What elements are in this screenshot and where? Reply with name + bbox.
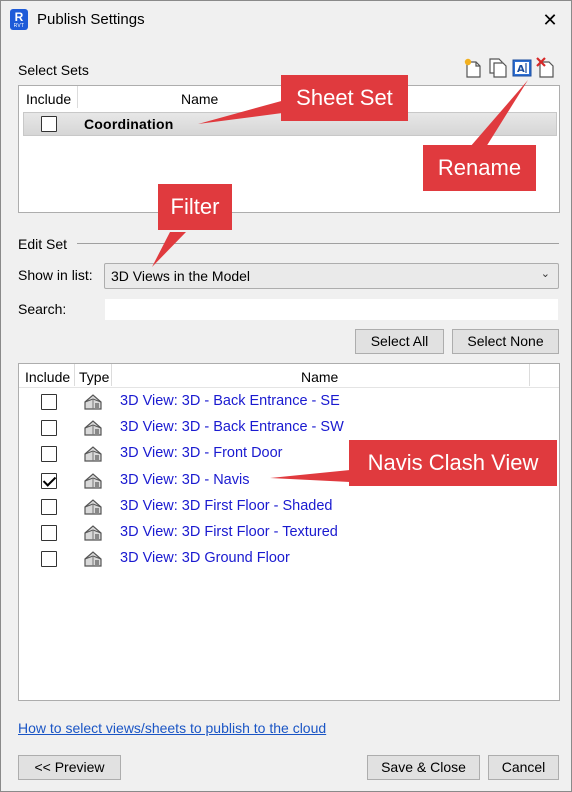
save-close-button[interactable]: Save & Close	[367, 755, 480, 780]
edit-set-divider	[77, 243, 559, 244]
3d-view-icon	[83, 549, 103, 569]
view-include-checkbox[interactable]	[41, 525, 57, 541]
views-col-name[interactable]: Name	[301, 369, 338, 385]
window-title: Publish Settings	[37, 11, 145, 28]
show-in-list-label: Show in list:	[18, 267, 93, 283]
view-row[interactable]: 3D View: 3D - Back Entrance - SW	[20, 415, 540, 441]
callout-filter: Filter	[158, 184, 232, 230]
view-row[interactable]: 3D View: 3D First Floor - Shaded	[20, 494, 540, 520]
3d-view-icon	[83, 392, 103, 412]
view-row[interactable]: 3D View: 3D Ground Floor	[20, 546, 540, 572]
revit-app-icon: R RVT	[10, 9, 28, 30]
select-all-button[interactable]: Select All	[355, 329, 444, 354]
app-icon-letter: R	[14, 10, 24, 24]
select-sets-label: Select Sets	[18, 62, 89, 78]
search-label: Search:	[18, 301, 67, 317]
views-col-include[interactable]: Include	[25, 369, 70, 385]
views-col-type[interactable]: Type	[79, 369, 109, 385]
select-none-button[interactable]: Select None	[452, 329, 559, 354]
view-include-checkbox[interactable]	[41, 498, 57, 515]
view-name[interactable]: 3D View: 3D Ground Floor	[120, 550, 290, 566]
view-row[interactable]: 3D View: 3D - Back Entrance - SE	[20, 389, 540, 415]
views-col-divider-2	[111, 364, 112, 386]
edit-set-label: Edit Set	[18, 236, 68, 252]
view-include-checkbox[interactable]	[41, 551, 57, 568]
set-name: Coordination	[84, 116, 174, 132]
show-in-list-dropdown[interactable]: 3D Views in the Model ⌄	[104, 263, 559, 289]
sets-col-divider	[77, 86, 78, 108]
chevron-down-icon: ⌄	[540, 268, 550, 280]
set-include-checkbox[interactable]	[41, 116, 57, 132]
view-name[interactable]: 3D View: 3D - Back Entrance - SE	[120, 393, 340, 409]
view-include-checkbox[interactable]	[41, 472, 57, 489]
app-icon-sub: RVT	[13, 23, 25, 29]
title-bar: R RVT Publish Settings ✕	[1, 1, 571, 39]
duplicate-set-icon[interactable]	[488, 57, 508, 79]
views-header-border	[19, 387, 559, 388]
svg-text:A: A	[517, 64, 525, 75]
view-include-checkbox[interactable]	[41, 446, 57, 463]
view-include-checkbox[interactable]	[41, 394, 57, 410]
show-in-list-value: 3D Views in the Model	[111, 268, 251, 284]
views-col-divider-3	[529, 364, 530, 386]
callout-rename: Rename	[423, 145, 536, 191]
new-set-icon[interactable]	[463, 57, 483, 79]
view-row[interactable]: 3D View: 3D First Floor - Textured	[20, 520, 540, 546]
3d-view-icon	[83, 418, 103, 438]
3d-view-icon	[83, 471, 103, 491]
view-include-checkbox[interactable]	[41, 420, 57, 437]
search-input[interactable]	[104, 298, 559, 321]
view-name[interactable]: 3D View: 3D - Navis	[120, 472, 249, 488]
views-col-divider-1	[74, 364, 75, 386]
view-name[interactable]: 3D View: 3D - Front Door	[120, 445, 283, 461]
view-name[interactable]: 3D View: 3D First Floor - Shaded	[120, 498, 332, 514]
3d-view-icon	[83, 497, 103, 517]
cancel-button[interactable]: Cancel	[488, 755, 559, 780]
delete-set-icon[interactable]	[536, 57, 556, 79]
callout-sheet-set: Sheet Set	[281, 75, 408, 121]
close-icon[interactable]: ✕	[537, 7, 563, 33]
3d-view-icon	[83, 523, 103, 543]
preview-button[interactable]: << Preview	[18, 755, 121, 780]
sets-col-name[interactable]: Name	[181, 91, 218, 107]
view-name[interactable]: 3D View: 3D First Floor - Textured	[120, 524, 338, 540]
help-link[interactable]: How to select views/sheets to publish to…	[18, 720, 326, 736]
sets-col-include[interactable]: Include	[26, 91, 71, 107]
callout-navis-clash-view: Navis Clash View	[349, 440, 557, 486]
rename-set-icon[interactable]: A	[512, 57, 532, 79]
3d-view-icon	[83, 444, 103, 464]
view-name[interactable]: 3D View: 3D - Back Entrance - SW	[120, 419, 344, 435]
